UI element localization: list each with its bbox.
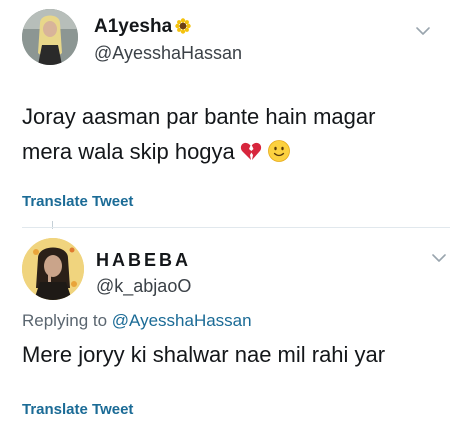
avatar[interactable] xyxy=(22,9,78,65)
display-name[interactable]: HABEBA xyxy=(96,249,191,271)
avatar-photo xyxy=(22,238,84,300)
tweet-original[interactable]: A1yesha @AyesshaHassan Joray aasman par … xyxy=(0,0,450,227)
replying-to: Replying to @AyesshaHassan xyxy=(22,311,252,331)
tweet-text: Mere joryy ki shalwar nae mil rahi yar xyxy=(22,342,386,367)
tweet-text: Joray aasman par bante hain magar mera w… xyxy=(22,99,375,169)
display-name[interactable]: A1yesha xyxy=(94,16,191,38)
avatar-photo xyxy=(22,9,78,65)
handle[interactable]: @k_abjaoO xyxy=(96,275,191,297)
sunflower-icon xyxy=(175,18,191,34)
translate-tweet-link[interactable]: Translate Tweet xyxy=(22,193,133,210)
translate-tweet-link[interactable]: Translate Tweet xyxy=(22,401,133,418)
tweet-reply[interactable]: HABEBA @k_abjaoO Replying to @AyesshaHas… xyxy=(0,227,450,431)
broken-heart-icon xyxy=(240,142,261,160)
replying-mention-link[interactable]: @AyesshaHassan xyxy=(112,311,252,330)
display-name-text[interactable]: A1yesha xyxy=(94,16,172,37)
handle[interactable]: @AyesshaHassan xyxy=(94,42,242,64)
avatar[interactable] xyxy=(22,238,84,300)
chevron-down-icon[interactable] xyxy=(414,22,432,40)
tweet-thread: A1yesha @AyesshaHassan Joray aasman par … xyxy=(0,0,450,431)
tweet-text-line-2: mera wala skip hogya xyxy=(22,139,235,164)
tweet-text-line-1: Joray aasman par bante hain magar xyxy=(22,104,376,129)
tweet-text-line-2-wrap: mera wala skip hogya xyxy=(22,134,375,169)
slightly-smiling-face-icon xyxy=(267,140,290,162)
replying-prefix: Replying to xyxy=(22,311,108,330)
chevron-down-icon[interactable] xyxy=(430,249,448,267)
